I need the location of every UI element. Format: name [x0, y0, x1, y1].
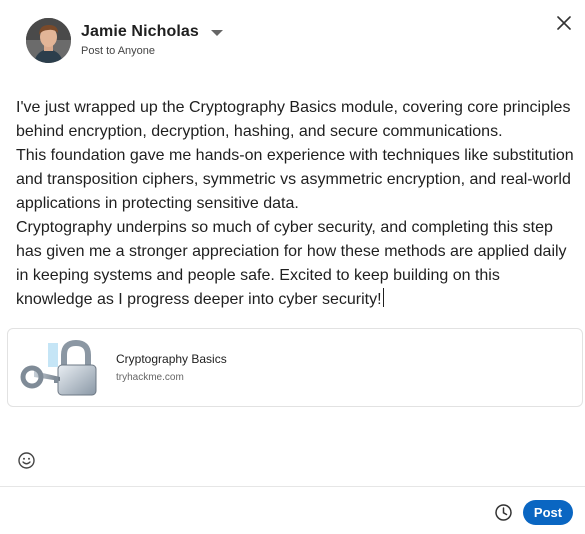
link-domain: tryhackme.com — [116, 372, 184, 383]
user-avatar-icon — [26, 18, 71, 63]
link-title: Cryptography Basics — [116, 352, 227, 366]
audience-label: Post to Anyone — [81, 45, 155, 57]
author-name: Jamie Nicholas — [81, 23, 199, 40]
link-preview-text: Cryptography Basics tryhackme.com — [116, 352, 227, 383]
schedule-button[interactable] — [494, 503, 513, 522]
link-preview-card[interactable]: Cryptography Basics tryhackme.com — [7, 328, 583, 407]
post-paragraph-text: Cryptography underpins so much of cyber … — [16, 219, 567, 308]
post-paragraph: I've just wrapped up the Cryptography Ba… — [16, 99, 571, 140]
link-thumbnail — [20, 337, 102, 399]
clock-icon — [495, 504, 512, 521]
emoji-button[interactable] — [17, 451, 36, 470]
author-audience-selector[interactable]: Jamie Nicholas Post to Anyone — [81, 18, 223, 57]
close-icon — [557, 16, 571, 30]
padlock-key-icon — [20, 339, 97, 395]
text-cursor — [382, 288, 384, 307]
close-button[interactable] — [553, 12, 575, 34]
emoji-icon — [18, 452, 35, 469]
caret-down-icon — [210, 30, 223, 36]
post-paragraph: Cryptography underpins so much of cyber … — [16, 216, 576, 312]
post-paragraph: This foundation gave me hands-on experie… — [16, 147, 574, 212]
post-button[interactable]: Post — [523, 500, 573, 525]
post-author-header: Jamie Nicholas Post to Anyone — [26, 18, 223, 63]
post-text-editor[interactable]: I've just wrapped up the Cryptography Ba… — [16, 96, 576, 312]
avatar[interactable] — [26, 18, 71, 63]
footer-divider — [0, 486, 585, 487]
